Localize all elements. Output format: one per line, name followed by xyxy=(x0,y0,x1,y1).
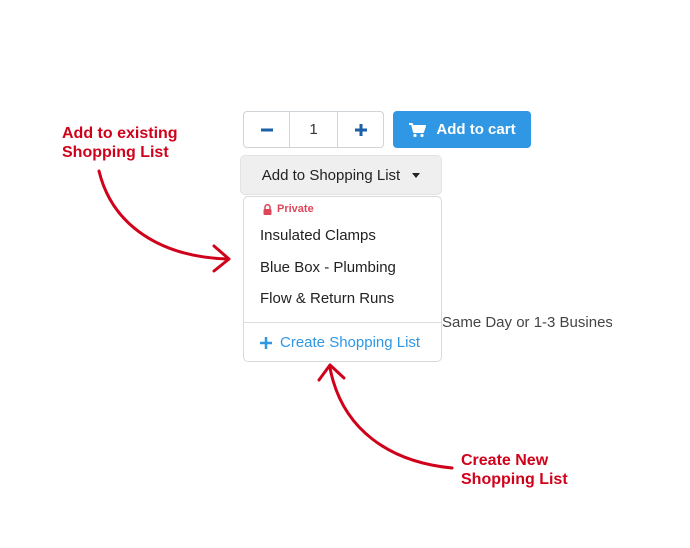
annotation-arrows xyxy=(97,169,454,470)
arrow-existing-icon xyxy=(97,169,231,273)
arrow-create-icon xyxy=(317,363,454,470)
